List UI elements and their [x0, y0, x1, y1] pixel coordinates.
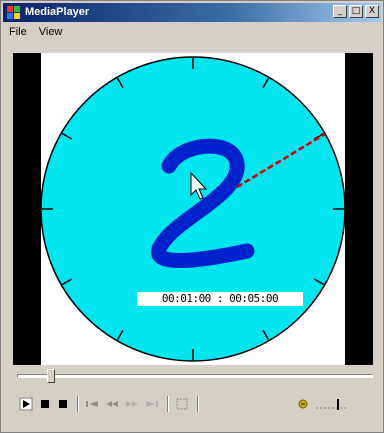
- menu-bar: File View: [3, 23, 381, 41]
- title-bar[interactable]: MediaPlayer _ □ X: [3, 3, 381, 22]
- toolbar-separator: [77, 396, 79, 412]
- rewind-button[interactable]: [103, 394, 121, 414]
- next-button[interactable]: [143, 394, 161, 414]
- media-player-window: MediaPlayer _ □ X File View 00:01:00 : 0…: [0, 0, 384, 433]
- volume-icon: [298, 399, 308, 409]
- volume-slider[interactable]: [315, 398, 349, 410]
- fullscreen-icon: [176, 398, 188, 410]
- play-icon: [19, 397, 33, 411]
- previous-icon: [86, 401, 98, 407]
- window-controls: _ □ X: [333, 5, 379, 18]
- playback-controls: [15, 394, 375, 414]
- video-display[interactable]: 00:01:00 : 00:05:00: [13, 53, 373, 365]
- volume-thumb: [337, 399, 339, 410]
- toolbar-separator: [167, 396, 169, 412]
- fullscreen-button[interactable]: [173, 394, 191, 414]
- menu-file[interactable]: File: [9, 26, 27, 38]
- window-title: MediaPlayer: [25, 6, 90, 18]
- pause-button[interactable]: [37, 394, 53, 414]
- close-button[interactable]: X: [365, 5, 379, 18]
- app-icon: [7, 6, 20, 19]
- play-button[interactable]: [17, 394, 35, 414]
- fast-forward-icon: [126, 401, 138, 407]
- fast-forward-button[interactable]: [123, 394, 141, 414]
- clock-video-content: [41, 56, 345, 362]
- mute-button[interactable]: [295, 394, 311, 414]
- previous-button[interactable]: [83, 394, 101, 414]
- menu-view[interactable]: View: [39, 26, 63, 38]
- seek-bar-track[interactable]: [17, 374, 373, 378]
- stop-icon: [59, 400, 67, 408]
- stop-button[interactable]: [55, 394, 71, 414]
- maximize-button[interactable]: □: [349, 5, 363, 18]
- timecode-display: 00:01:00 : 00:05:00: [137, 292, 303, 306]
- pause-icon: [41, 400, 49, 408]
- seek-bar-thumb[interactable]: [47, 369, 55, 383]
- video-frame: 00:01:00 : 00:05:00: [41, 53, 345, 365]
- rewind-icon: [106, 401, 118, 407]
- toolbar-separator: [197, 396, 199, 412]
- minimize-button[interactable]: _: [333, 5, 347, 18]
- next-icon: [146, 401, 158, 407]
